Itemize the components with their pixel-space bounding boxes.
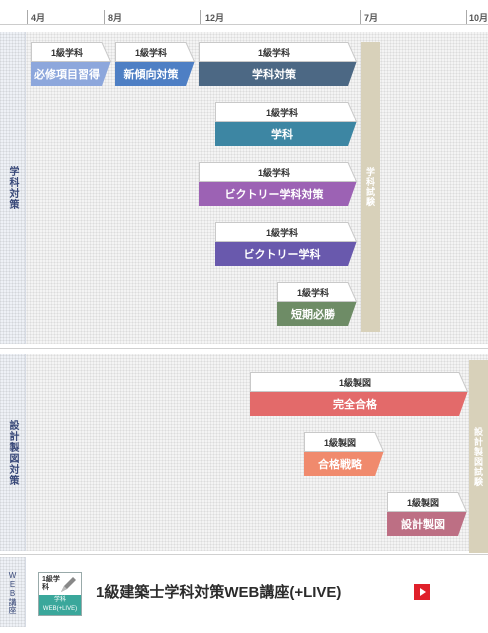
course-name: 学科 [271,129,293,141]
web-course-icon: 1級学科 学科WEB(+LIVE) [38,572,82,616]
play-icon[interactable] [414,584,430,600]
course-level: 1級学科 [257,167,290,178]
course-bar[interactable]: 1級学科ビクトリー学科 [215,222,357,266]
section-label-gakka: 学科対策 [0,32,26,344]
month-tick [104,10,105,24]
month-label: 12月 [205,13,225,23]
section-divider [0,554,488,555]
course-level: 1級学科 [296,287,329,298]
course-name: ビクトリー学科 [243,249,321,261]
course-bar[interactable]: 1級学科学科 [215,102,357,146]
section-label-seizu: 設計製図対策 [0,354,26,551]
month-label: 7月 [364,13,379,23]
month-tick [200,10,201,24]
course-name: 短期必勝 [291,309,335,321]
course-name: 設計製図 [401,519,445,531]
course-name: ビクトリー学科対策 [224,189,324,201]
month-tick [466,10,467,24]
course-level: 1級製図 [338,377,371,388]
month-tick [360,10,361,24]
course-level: 1級学科 [265,107,298,118]
course-bar[interactable]: 1級製図設計製図 [387,492,467,536]
section-divider [0,348,488,349]
course-name: 学科対策 [252,69,296,81]
section-label-text: WEB講座 [8,570,17,614]
course-name: 合格戦略 [318,459,362,471]
course-name: 完全合格 [333,399,377,411]
course-level: 1級製図 [406,497,439,508]
course-level: 1級学科 [134,47,167,58]
section-label-text: 設計製図対策 [7,419,18,486]
course-bar[interactable]: 1級製図完全合格 [250,372,468,416]
course-level: 1級製図 [323,437,356,448]
exam-column-seizu: 設計製図試験 [469,360,488,553]
section-label-text: 学科対策 [7,166,18,210]
course-name: 新傾向対策 [123,69,179,81]
web-course-title[interactable]: 1級建築士学科対策WEB講座(+LIVE) [96,581,341,602]
course-bar[interactable]: 1級学科新傾向対策 [115,42,195,86]
month-label: 8月 [108,13,123,23]
exam-label: 学科試験 [365,167,375,207]
course-level: 1級学科 [257,47,290,58]
course-bar[interactable]: 1級製図合格戦略 [304,432,384,476]
header-rule [0,24,488,25]
month-label: 4月 [31,13,46,23]
pencil-icon [61,577,76,592]
web-icon-bottom-text: 学科WEB(+LIVE) [39,595,81,615]
course-level: 1級学科 [50,47,83,58]
course-bar[interactable]: 1級学科短期必勝 [277,282,357,326]
month-tick [27,10,28,24]
course-name: 必修項目習得 [34,69,100,81]
section-label-web: WEB講座 [0,557,26,627]
course-bar[interactable]: 1級学科学科対策 [199,42,357,86]
course-bar[interactable]: 1級学科ビクトリー学科対策 [199,162,357,206]
month-label: 10月 [469,13,488,23]
course-level: 1級学科 [265,227,298,238]
exam-label: 設計製図試験 [473,426,483,487]
course-bar[interactable]: 1級学科必修項目習得 [31,42,111,86]
exam-column-gakka: 学科試験 [361,42,380,332]
web-course-row: WEB講座 1級学科 学科WEB(+LIVE) 1級建築士学科対策WEB講座(+… [0,557,488,633]
schedule-diagram: 4月 8月 12月 7月 10月 学科対策 設計製図対策 学科試験 設計製図試験… [0,0,488,633]
